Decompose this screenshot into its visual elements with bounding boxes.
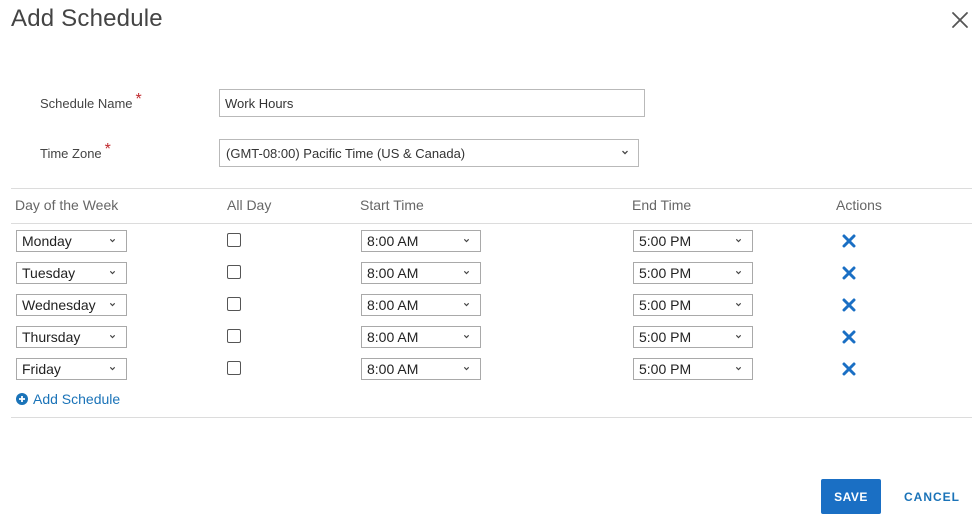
remove-x-icon[interactable]	[842, 362, 856, 376]
required-asterisk: *	[104, 141, 111, 158]
all-day-checkbox[interactable]	[227, 233, 241, 247]
chevron-down-icon	[735, 334, 742, 339]
chevron-down-icon	[109, 366, 116, 371]
schedule-row: Monday 8:00 AM 5:00 PM	[0, 230, 978, 252]
chevron-down-icon	[463, 302, 470, 307]
chevron-down-icon	[463, 270, 470, 275]
start-time-select[interactable]: 8:00 AM	[361, 230, 481, 252]
end-time-value: 5:00 PM	[639, 233, 692, 249]
end-time-select[interactable]: 5:00 PM	[633, 230, 753, 252]
divider-header	[11, 223, 972, 224]
end-time-select[interactable]: 5:00 PM	[633, 262, 753, 284]
start-time-select[interactable]: 8:00 AM	[361, 358, 481, 380]
remove-x-icon[interactable]	[842, 234, 856, 248]
schedule-name-label-wrap: Schedule Name *	[40, 91, 219, 112]
header-all-day: All Day	[227, 197, 272, 213]
start-time-value: 8:00 AM	[367, 265, 419, 281]
start-time-select[interactable]: 8:00 AM	[361, 326, 481, 348]
chevron-down-icon	[109, 270, 116, 275]
chevron-down-icon	[109, 238, 116, 243]
start-time-value: 8:00 AM	[367, 233, 419, 249]
chevron-down-icon	[463, 366, 470, 371]
chevron-down-icon	[735, 366, 742, 371]
schedule-row: Friday 8:00 AM 5:00 PM	[0, 358, 978, 380]
chevron-down-icon	[109, 302, 116, 307]
required-asterisk: *	[135, 91, 142, 108]
schedule-name-label: Schedule Name	[40, 95, 133, 111]
end-time-value: 5:00 PM	[639, 265, 692, 281]
end-time-value: 5:00 PM	[639, 329, 692, 345]
divider-bottom	[11, 417, 972, 418]
close-button[interactable]	[948, 8, 972, 32]
chevron-down-icon	[109, 334, 116, 339]
header-actions: Actions	[836, 197, 882, 213]
cancel-button[interactable]: CANCEL	[898, 479, 966, 514]
day-select[interactable]: Monday	[16, 230, 127, 252]
day-value: Friday	[22, 361, 61, 377]
day-value: Wednesday	[22, 297, 96, 313]
schedule-name-input[interactable]	[219, 89, 645, 117]
chevron-down-icon	[735, 238, 742, 243]
schedule-name-row: Schedule Name *	[40, 88, 645, 118]
plus-circle-icon	[16, 393, 28, 405]
schedule-row: Wednesday 8:00 AM 5:00 PM	[0, 294, 978, 316]
all-day-checkbox[interactable]	[227, 361, 241, 375]
day-select[interactable]: Wednesday	[16, 294, 127, 316]
dialog-title: Add Schedule	[11, 5, 163, 32]
divider-top	[11, 188, 972, 189]
all-day-checkbox[interactable]	[227, 297, 241, 311]
day-value: Monday	[22, 233, 72, 249]
remove-x-icon[interactable]	[842, 330, 856, 344]
end-time-select[interactable]: 5:00 PM	[633, 358, 753, 380]
add-schedule-dialog: Add Schedule Schedule Name * Time Zone *…	[0, 0, 978, 520]
chevron-down-icon	[622, 150, 628, 155]
all-day-checkbox[interactable]	[227, 265, 241, 279]
header-start-time: Start Time	[360, 197, 424, 213]
remove-x-icon[interactable]	[842, 266, 856, 280]
start-time-value: 8:00 AM	[367, 329, 419, 345]
start-time-value: 8:00 AM	[367, 297, 419, 313]
time-zone-value: (GMT-08:00) Pacific Time (US & Canada)	[226, 145, 466, 161]
header-end-time: End Time	[632, 197, 692, 213]
end-time-select[interactable]: 5:00 PM	[633, 294, 753, 316]
day-value: Thursday	[22, 329, 81, 345]
end-time-value: 5:00 PM	[639, 361, 692, 377]
add-schedule-link[interactable]: Add Schedule	[16, 391, 120, 407]
start-time-select[interactable]: 8:00 AM	[361, 294, 481, 316]
time-zone-row: Time Zone * (GMT-08:00) Pacific Time (US…	[40, 138, 639, 168]
schedule-row: Tuesday 8:00 AM 5:00 PM	[0, 262, 978, 284]
all-day-checkbox[interactable]	[227, 329, 241, 343]
day-select[interactable]: Friday	[16, 358, 127, 380]
chevron-down-icon	[735, 302, 742, 307]
chevron-down-icon	[463, 334, 470, 339]
day-value: Tuesday	[22, 265, 76, 281]
time-zone-label-wrap: Time Zone *	[40, 141, 219, 162]
time-zone-label: Time Zone	[40, 145, 102, 161]
time-zone-select[interactable]: (GMT-08:00) Pacific Time (US & Canada)	[219, 139, 639, 167]
save-button[interactable]: SAVE	[821, 479, 881, 514]
add-schedule-label: Add Schedule	[33, 391, 121, 407]
end-time-value: 5:00 PM	[639, 297, 692, 313]
remove-x-icon[interactable]	[842, 298, 856, 312]
header-day-of-week: Day of the Week	[15, 197, 119, 213]
start-time-select[interactable]: 8:00 AM	[361, 262, 481, 284]
start-time-value: 8:00 AM	[367, 361, 419, 377]
day-select[interactable]: Thursday	[16, 326, 127, 348]
schedule-row: Thursday 8:00 AM 5:00 PM	[0, 326, 978, 348]
chevron-down-icon	[463, 238, 470, 243]
close-icon	[952, 12, 968, 28]
end-time-select[interactable]: 5:00 PM	[633, 326, 753, 348]
chevron-down-icon	[735, 270, 742, 275]
day-select[interactable]: Tuesday	[16, 262, 127, 284]
